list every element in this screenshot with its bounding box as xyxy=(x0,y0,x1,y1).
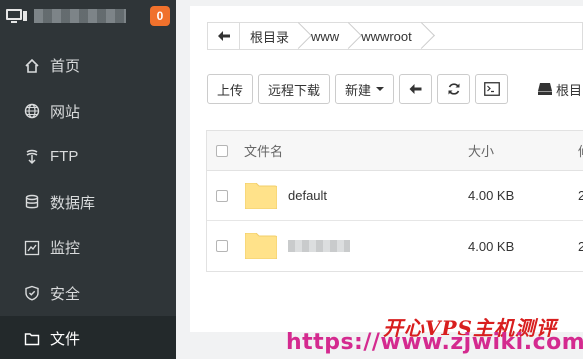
arrow-left-icon xyxy=(217,31,230,41)
file-size: 4.00 KB xyxy=(468,238,515,254)
file-modified: 2 xyxy=(578,238,583,254)
sidebar-item-label: 安全 xyxy=(50,285,81,303)
remote-download-button[interactable]: 远程下载 xyxy=(258,74,331,104)
back-button[interactable] xyxy=(399,74,433,104)
sidebar-item-label: 首页 xyxy=(50,58,81,76)
sidebar-item-security[interactable]: 安全 xyxy=(0,271,176,317)
breadcrumb: 根目录 www wwwroot xyxy=(207,22,583,50)
sidebar-item-label: 数据库 xyxy=(50,194,96,212)
arrow-left-icon xyxy=(409,84,422,94)
globe-icon xyxy=(24,103,40,119)
folder-icon xyxy=(245,182,277,209)
breadcrumb-item-wwwroot[interactable]: wwwroot xyxy=(351,23,424,49)
folder-icon xyxy=(245,233,277,259)
file-table: 文件名 大小 修 default 4.00 KB 2 4.00 KB 2 xyxy=(206,130,583,272)
root-dir-button[interactable]: 根目 xyxy=(538,74,582,104)
file-name-link[interactable]: default xyxy=(288,188,327,203)
sidebar-item-home[interactable]: 首页 xyxy=(0,43,176,89)
terminal-button[interactable] xyxy=(475,74,509,104)
folder-icon xyxy=(24,331,40,347)
watermark-url: https://www.zjwiki.com xyxy=(286,330,583,355)
breadcrumb-item-root[interactable]: 根目录 xyxy=(240,23,301,49)
sidebar-item-monitor[interactable]: 监控 xyxy=(0,225,176,271)
table-row[interactable]: default 4.00 KB 2 xyxy=(207,171,583,221)
sidebar-nav: 首页 网站 FTP 数据库 监控 安全 文件 xyxy=(0,43,176,359)
shield-icon xyxy=(24,285,40,301)
sidebar-item-database[interactable]: 数据库 xyxy=(0,180,176,226)
terminal-icon xyxy=(483,82,500,96)
sidebar-item-label: 文件 xyxy=(50,331,81,349)
file-toolbar: 上传 远程下载 新建 xyxy=(207,74,513,104)
message-badge[interactable]: 0 xyxy=(150,6,170,26)
sidebar-header: 0 xyxy=(0,0,176,32)
column-header-name[interactable]: 文件名 xyxy=(244,141,283,160)
monitor-chart-icon xyxy=(24,240,40,256)
sidebar-item-ftp[interactable]: FTP xyxy=(0,134,176,180)
row-checkbox[interactable] xyxy=(216,240,228,252)
select-all-checkbox[interactable] xyxy=(216,144,228,157)
home-icon xyxy=(24,58,40,74)
column-header-modified[interactable]: 修 xyxy=(578,141,583,160)
upload-button[interactable]: 上传 xyxy=(207,74,254,104)
server-icon xyxy=(6,9,27,23)
table-row[interactable]: 4.00 KB 2 xyxy=(207,221,583,271)
file-manager-panel: 根目录 www wwwroot 上传 远程下载 新建 根目 文件名 大小 修 xyxy=(190,6,583,332)
refresh-icon xyxy=(448,83,460,95)
breadcrumb-back-button[interactable] xyxy=(208,23,240,49)
drive-icon xyxy=(538,83,552,95)
table-header: 文件名 大小 修 xyxy=(207,131,583,171)
new-dropdown-button[interactable]: 新建 xyxy=(335,74,395,104)
sidebar-item-label: 网站 xyxy=(50,103,81,121)
sidebar-item-sites[interactable]: 网站 xyxy=(0,89,176,135)
file-name-blurred[interactable] xyxy=(288,240,350,252)
database-icon xyxy=(24,194,40,210)
sidebar-item-files[interactable]: 文件 xyxy=(0,316,176,359)
file-modified: 2 xyxy=(578,188,583,203)
refresh-button[interactable] xyxy=(437,74,471,104)
file-size: 4.00 KB xyxy=(468,188,515,203)
column-header-size[interactable]: 大小 xyxy=(468,141,494,160)
server-name-blurred xyxy=(34,9,126,23)
sidebar-item-label: FTP xyxy=(50,148,79,166)
row-checkbox[interactable] xyxy=(216,189,228,202)
sidebar: 0 首页 网站 FTP 数据库 监控 安全 文件 xyxy=(0,0,176,359)
ftp-icon xyxy=(24,149,40,165)
caret-down-icon xyxy=(376,87,385,91)
sidebar-item-label: 监控 xyxy=(50,240,81,258)
